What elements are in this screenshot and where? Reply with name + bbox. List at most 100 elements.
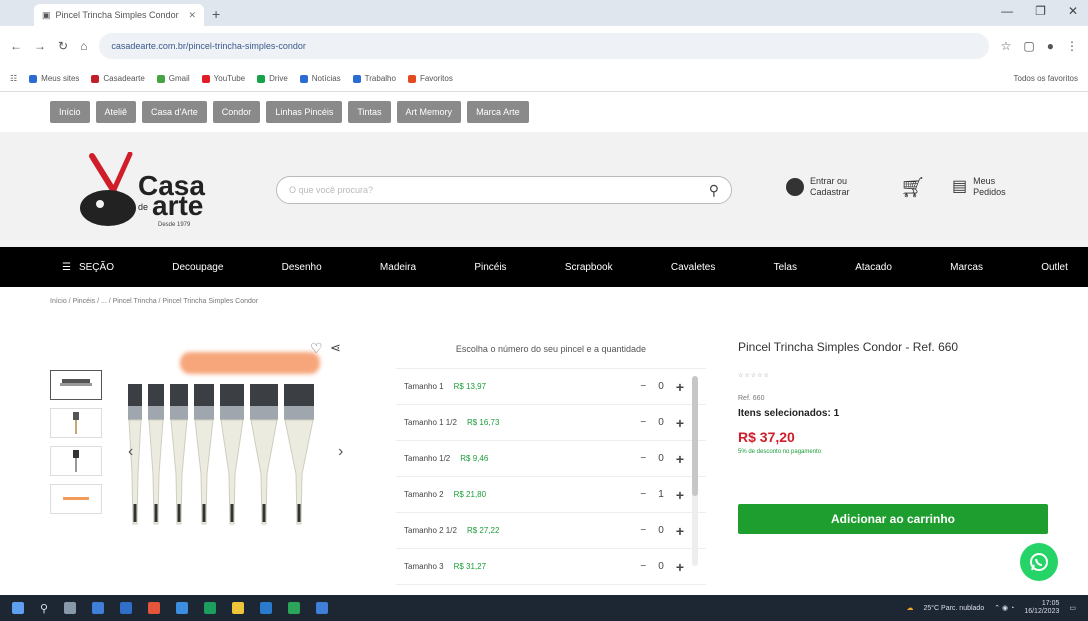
cart-icon[interactable]: 🛒︎ (900, 176, 925, 200)
login-link[interactable]: Entrar ou Cadastrar (786, 176, 850, 198)
chrome-icon[interactable] (204, 602, 217, 614)
size-selector: Escolha o número do seu pincel e a quant… (396, 336, 706, 585)
bookmark-item[interactable]: Casadearte (91, 74, 145, 83)
share-icon[interactable]: ⋖ (330, 340, 341, 356)
plus-icon[interactable]: + (676, 487, 684, 503)
plus-icon[interactable]: + (676, 415, 684, 431)
category-pill[interactable]: Tintas (348, 101, 391, 123)
site-logo[interactable]: Casa de arte Desde 1979 (78, 152, 218, 232)
new-tab-icon[interactable]: + (212, 6, 220, 22)
weather-text[interactable]: 25°C Parc. nublado (923, 605, 984, 612)
other-bookmarks[interactable]: Todos os favoritos (1014, 74, 1078, 83)
bookmark-item[interactable]: Trabalho (352, 74, 396, 83)
category-pill[interactable]: Casa d'Arte (142, 101, 207, 123)
add-to-cart-button[interactable]: Adicionar ao carrinho (738, 504, 1048, 534)
extensions-icon[interactable]: ▢ (1023, 39, 1034, 53)
quantity-value[interactable]: 0 (658, 561, 664, 572)
category-pill[interactable]: Linhas Pincéis (266, 101, 343, 123)
browser-menu-icon[interactable]: ⋮ (1066, 39, 1078, 53)
notification-icon[interactable]: ▭ (1069, 604, 1076, 612)
nav-item[interactable]: Scrapbook (565, 262, 613, 273)
browser-tab[interactable]: ▣ Pincel Trincha Simples Condor ✕ (34, 4, 204, 26)
maximize-icon[interactable]: ❐ (1035, 4, 1046, 18)
settings-icon[interactable] (316, 602, 329, 614)
orders-link[interactable]: ▤ Meus Pedidos (952, 176, 1006, 198)
bookmark-star-icon[interactable]: ☆ (1001, 39, 1012, 53)
profile-icon[interactable]: ● (1047, 39, 1054, 53)
search-icon[interactable]: ⚲ (709, 182, 719, 199)
close-tab-icon[interactable]: ✕ (188, 10, 196, 21)
minus-icon[interactable]: − (640, 453, 646, 464)
quantity-value[interactable]: 0 (658, 417, 664, 428)
category-pill[interactable]: Ateliê (95, 101, 137, 123)
start-icon[interactable] (12, 602, 24, 614)
whatsapp-icon[interactable] (1020, 543, 1058, 581)
nav-item[interactable]: Outlet (1041, 262, 1068, 273)
plus-icon[interactable]: + (676, 379, 684, 395)
plus-icon[interactable]: + (676, 451, 684, 467)
minus-icon[interactable]: − (640, 489, 646, 500)
app-icon-red[interactable] (148, 602, 161, 614)
bookmark-item[interactable]: Meus sites (29, 74, 79, 83)
quantity-value[interactable]: 0 (658, 453, 664, 464)
category-pill[interactable]: Art Memory (396, 101, 462, 123)
thumbnail-3[interactable] (50, 446, 102, 476)
search-taskbar-icon[interactable]: ⚲ (40, 602, 48, 615)
nav-item[interactable]: Marcas (950, 262, 983, 273)
menu-button[interactable]: ☰ SEÇÃO (62, 262, 114, 273)
plus-icon[interactable]: + (676, 559, 684, 575)
folder-icon[interactable] (232, 602, 245, 614)
close-window-icon[interactable]: ✕ (1068, 4, 1078, 18)
minus-icon[interactable]: − (640, 525, 646, 536)
breadcrumb[interactable]: Início / Pincéis / ... / Pincel Trincha … (50, 298, 258, 305)
thumbnail-2[interactable] (50, 408, 102, 438)
size-row: Tamanho 2 1/2 R$ 27,22 − 0 + (396, 513, 706, 549)
bookmark-item[interactable]: Favoritos (407, 74, 453, 83)
store-icon[interactable] (120, 602, 133, 614)
forward-icon[interactable]: → (34, 39, 46, 53)
word-icon[interactable] (260, 602, 273, 614)
nav-item[interactable]: Atacado (855, 262, 892, 273)
nav-item[interactable]: Desenho (282, 262, 322, 273)
search-input[interactable]: O que você procura? ⚲ (276, 176, 732, 204)
excel-icon[interactable] (288, 602, 301, 614)
apps-icon[interactable]: ☷ (10, 74, 17, 83)
minus-icon[interactable]: − (640, 381, 646, 392)
category-pill[interactable]: Marca Arte (467, 101, 529, 123)
size-scrollbar[interactable] (692, 376, 698, 566)
plus-icon[interactable]: + (676, 523, 684, 539)
bookmark-item[interactable]: YouTube (201, 74, 245, 83)
minimize-icon[interactable]: — (1001, 4, 1013, 18)
thumbnail-1[interactable] (50, 370, 102, 400)
nav-item[interactable]: Madeira (380, 262, 416, 273)
url-input[interactable]: casadearte.com.br/pincel-trincha-simples… (99, 33, 989, 59)
bookmark-item[interactable]: Drive (257, 74, 288, 83)
nav-item[interactable]: Decoupage (172, 262, 223, 273)
category-pill[interactable]: Condor (212, 101, 261, 123)
bookmark-label: Meus sites (41, 74, 80, 83)
mail-icon[interactable] (176, 602, 189, 614)
quantity-value[interactable]: 0 (658, 381, 664, 392)
home-icon[interactable]: ⌂ (80, 39, 87, 53)
quantity-value[interactable]: 0 (658, 525, 664, 536)
nav-item[interactable]: Cavaletes (671, 262, 715, 273)
heart-icon[interactable]: ♡ (310, 340, 323, 357)
clock[interactable]: 17:05 16/12/2023 (1024, 600, 1059, 617)
bookmark-item[interactable]: Notícias (299, 74, 341, 83)
tray-icons[interactable]: ⌃ ◉ ◔ (994, 604, 1014, 612)
nav-item[interactable]: Pincéis (474, 262, 506, 273)
back-icon[interactable]: ← (10, 39, 22, 53)
thumbnail-4[interactable] (50, 484, 102, 514)
chevron-right-icon[interactable]: › (338, 443, 343, 461)
quantity-value[interactable]: 1 (658, 489, 664, 500)
edge-icon[interactable] (92, 602, 105, 614)
taskview-icon[interactable] (64, 602, 77, 614)
chevron-left-icon[interactable]: ‹ (128, 443, 133, 461)
bookmark-item[interactable]: Gmail (156, 74, 190, 83)
category-pill[interactable]: Início (50, 101, 90, 123)
minus-icon[interactable]: − (640, 561, 646, 572)
minus-icon[interactable]: − (640, 417, 646, 428)
orders-line2: Pedidos (973, 186, 1006, 197)
reload-icon[interactable]: ↻ (58, 39, 68, 53)
nav-item[interactable]: Telas (774, 262, 797, 273)
